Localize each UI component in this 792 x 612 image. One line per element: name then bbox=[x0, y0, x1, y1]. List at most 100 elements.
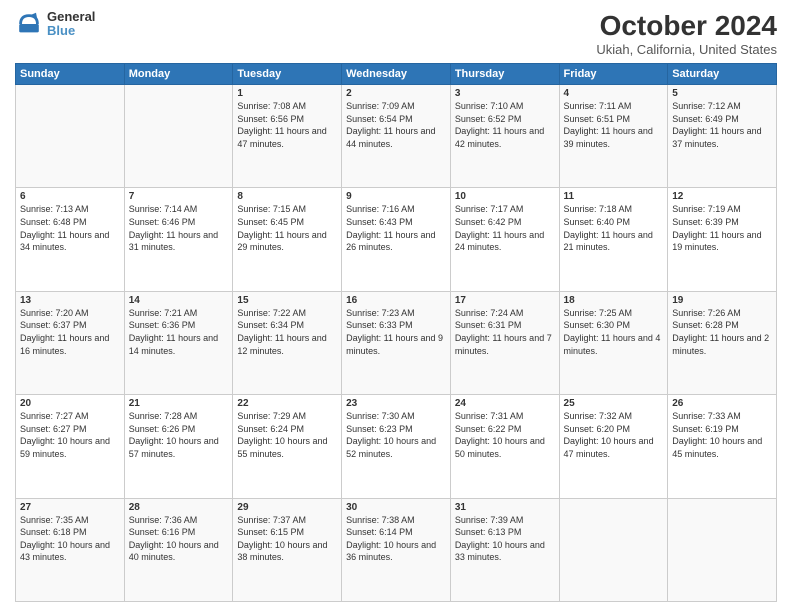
calendar-cell: 31Sunrise: 7:39 AM Sunset: 6:13 PM Dayli… bbox=[450, 498, 559, 601]
weekday-header: Thursday bbox=[450, 64, 559, 85]
calendar-cell: 12Sunrise: 7:19 AM Sunset: 6:39 PM Dayli… bbox=[668, 188, 777, 291]
day-info: Sunrise: 7:17 AM Sunset: 6:42 PM Dayligh… bbox=[455, 203, 555, 253]
calendar-cell: 6Sunrise: 7:13 AM Sunset: 6:48 PM Daylig… bbox=[16, 188, 125, 291]
weekday-header: Monday bbox=[124, 64, 233, 85]
calendar-week-row: 27Sunrise: 7:35 AM Sunset: 6:18 PM Dayli… bbox=[16, 498, 777, 601]
calendar-cell: 23Sunrise: 7:30 AM Sunset: 6:23 PM Dayli… bbox=[342, 395, 451, 498]
day-number: 7 bbox=[129, 191, 229, 202]
day-info: Sunrise: 7:37 AM Sunset: 6:15 PM Dayligh… bbox=[237, 514, 337, 564]
calendar-cell: 28Sunrise: 7:36 AM Sunset: 6:16 PM Dayli… bbox=[124, 498, 233, 601]
calendar-cell bbox=[559, 498, 668, 601]
day-info: Sunrise: 7:19 AM Sunset: 6:39 PM Dayligh… bbox=[672, 203, 772, 253]
day-number: 30 bbox=[346, 502, 446, 513]
day-number: 11 bbox=[564, 191, 664, 202]
day-number: 27 bbox=[20, 502, 120, 513]
calendar-cell: 2Sunrise: 7:09 AM Sunset: 6:54 PM Daylig… bbox=[342, 85, 451, 188]
weekday-header: Sunday bbox=[16, 64, 125, 85]
logo-text: General Blue bbox=[47, 10, 95, 39]
day-info: Sunrise: 7:31 AM Sunset: 6:22 PM Dayligh… bbox=[455, 410, 555, 460]
calendar-week-row: 1Sunrise: 7:08 AM Sunset: 6:56 PM Daylig… bbox=[16, 85, 777, 188]
day-info: Sunrise: 7:16 AM Sunset: 6:43 PM Dayligh… bbox=[346, 203, 446, 253]
calendar-cell: 27Sunrise: 7:35 AM Sunset: 6:18 PM Dayli… bbox=[16, 498, 125, 601]
title-block: October 2024 Ukiah, California, United S… bbox=[596, 10, 777, 57]
day-number: 20 bbox=[20, 398, 120, 409]
calendar-cell: 8Sunrise: 7:15 AM Sunset: 6:45 PM Daylig… bbox=[233, 188, 342, 291]
calendar-table: SundayMondayTuesdayWednesdayThursdayFrid… bbox=[15, 63, 777, 602]
day-info: Sunrise: 7:10 AM Sunset: 6:52 PM Dayligh… bbox=[455, 100, 555, 150]
day-info: Sunrise: 7:12 AM Sunset: 6:49 PM Dayligh… bbox=[672, 100, 772, 150]
calendar-cell: 3Sunrise: 7:10 AM Sunset: 6:52 PM Daylig… bbox=[450, 85, 559, 188]
day-info: Sunrise: 7:13 AM Sunset: 6:48 PM Dayligh… bbox=[20, 203, 120, 253]
weekday-header: Tuesday bbox=[233, 64, 342, 85]
day-number: 16 bbox=[346, 295, 446, 306]
day-number: 26 bbox=[672, 398, 772, 409]
weekday-header: Wednesday bbox=[342, 64, 451, 85]
calendar-cell: 29Sunrise: 7:37 AM Sunset: 6:15 PM Dayli… bbox=[233, 498, 342, 601]
logo-icon bbox=[15, 10, 43, 38]
day-info: Sunrise: 7:14 AM Sunset: 6:46 PM Dayligh… bbox=[129, 203, 229, 253]
day-number: 22 bbox=[237, 398, 337, 409]
day-number: 6 bbox=[20, 191, 120, 202]
calendar-header-row: SundayMondayTuesdayWednesdayThursdayFrid… bbox=[16, 64, 777, 85]
calendar-cell: 7Sunrise: 7:14 AM Sunset: 6:46 PM Daylig… bbox=[124, 188, 233, 291]
day-info: Sunrise: 7:30 AM Sunset: 6:23 PM Dayligh… bbox=[346, 410, 446, 460]
day-info: Sunrise: 7:09 AM Sunset: 6:54 PM Dayligh… bbox=[346, 100, 446, 150]
calendar-cell: 14Sunrise: 7:21 AM Sunset: 6:36 PM Dayli… bbox=[124, 291, 233, 394]
day-number: 1 bbox=[237, 88, 337, 99]
day-number: 25 bbox=[564, 398, 664, 409]
calendar-cell: 5Sunrise: 7:12 AM Sunset: 6:49 PM Daylig… bbox=[668, 85, 777, 188]
day-number: 23 bbox=[346, 398, 446, 409]
day-info: Sunrise: 7:36 AM Sunset: 6:16 PM Dayligh… bbox=[129, 514, 229, 564]
day-info: Sunrise: 7:27 AM Sunset: 6:27 PM Dayligh… bbox=[20, 410, 120, 460]
day-number: 2 bbox=[346, 88, 446, 99]
calendar-cell: 18Sunrise: 7:25 AM Sunset: 6:30 PM Dayli… bbox=[559, 291, 668, 394]
calendar-cell bbox=[16, 85, 125, 188]
day-number: 15 bbox=[237, 295, 337, 306]
weekday-header: Saturday bbox=[668, 64, 777, 85]
month-title: October 2024 bbox=[596, 10, 777, 42]
day-info: Sunrise: 7:23 AM Sunset: 6:33 PM Dayligh… bbox=[346, 307, 446, 357]
day-info: Sunrise: 7:18 AM Sunset: 6:40 PM Dayligh… bbox=[564, 203, 664, 253]
day-info: Sunrise: 7:15 AM Sunset: 6:45 PM Dayligh… bbox=[237, 203, 337, 253]
day-number: 14 bbox=[129, 295, 229, 306]
calendar-cell bbox=[124, 85, 233, 188]
day-info: Sunrise: 7:26 AM Sunset: 6:28 PM Dayligh… bbox=[672, 307, 772, 357]
day-number: 21 bbox=[129, 398, 229, 409]
day-number: 19 bbox=[672, 295, 772, 306]
day-number: 10 bbox=[455, 191, 555, 202]
day-number: 8 bbox=[237, 191, 337, 202]
header: General Blue October 2024 Ukiah, Califor… bbox=[15, 10, 777, 57]
day-info: Sunrise: 7:39 AM Sunset: 6:13 PM Dayligh… bbox=[455, 514, 555, 564]
day-number: 13 bbox=[20, 295, 120, 306]
day-number: 9 bbox=[346, 191, 446, 202]
day-number: 3 bbox=[455, 88, 555, 99]
day-info: Sunrise: 7:33 AM Sunset: 6:19 PM Dayligh… bbox=[672, 410, 772, 460]
day-info: Sunrise: 7:32 AM Sunset: 6:20 PM Dayligh… bbox=[564, 410, 664, 460]
logo: General Blue bbox=[15, 10, 95, 39]
day-number: 17 bbox=[455, 295, 555, 306]
day-info: Sunrise: 7:25 AM Sunset: 6:30 PM Dayligh… bbox=[564, 307, 664, 357]
day-info: Sunrise: 7:20 AM Sunset: 6:37 PM Dayligh… bbox=[20, 307, 120, 357]
day-info: Sunrise: 7:35 AM Sunset: 6:18 PM Dayligh… bbox=[20, 514, 120, 564]
day-info: Sunrise: 7:24 AM Sunset: 6:31 PM Dayligh… bbox=[455, 307, 555, 357]
calendar-cell: 17Sunrise: 7:24 AM Sunset: 6:31 PM Dayli… bbox=[450, 291, 559, 394]
page: General Blue October 2024 Ukiah, Califor… bbox=[0, 0, 792, 612]
day-info: Sunrise: 7:38 AM Sunset: 6:14 PM Dayligh… bbox=[346, 514, 446, 564]
calendar-cell: 22Sunrise: 7:29 AM Sunset: 6:24 PM Dayli… bbox=[233, 395, 342, 498]
calendar-cell: 9Sunrise: 7:16 AM Sunset: 6:43 PM Daylig… bbox=[342, 188, 451, 291]
day-number: 31 bbox=[455, 502, 555, 513]
day-number: 12 bbox=[672, 191, 772, 202]
calendar-cell: 20Sunrise: 7:27 AM Sunset: 6:27 PM Dayli… bbox=[16, 395, 125, 498]
day-info: Sunrise: 7:29 AM Sunset: 6:24 PM Dayligh… bbox=[237, 410, 337, 460]
location: Ukiah, California, United States bbox=[596, 42, 777, 57]
calendar-cell: 21Sunrise: 7:28 AM Sunset: 6:26 PM Dayli… bbox=[124, 395, 233, 498]
calendar-cell: 11Sunrise: 7:18 AM Sunset: 6:40 PM Dayli… bbox=[559, 188, 668, 291]
calendar-cell: 30Sunrise: 7:38 AM Sunset: 6:14 PM Dayli… bbox=[342, 498, 451, 601]
calendar-cell: 24Sunrise: 7:31 AM Sunset: 6:22 PM Dayli… bbox=[450, 395, 559, 498]
calendar-cell bbox=[668, 498, 777, 601]
calendar-cell: 10Sunrise: 7:17 AM Sunset: 6:42 PM Dayli… bbox=[450, 188, 559, 291]
day-number: 5 bbox=[672, 88, 772, 99]
calendar-cell: 19Sunrise: 7:26 AM Sunset: 6:28 PM Dayli… bbox=[668, 291, 777, 394]
calendar-cell: 13Sunrise: 7:20 AM Sunset: 6:37 PM Dayli… bbox=[16, 291, 125, 394]
calendar-week-row: 20Sunrise: 7:27 AM Sunset: 6:27 PM Dayli… bbox=[16, 395, 777, 498]
